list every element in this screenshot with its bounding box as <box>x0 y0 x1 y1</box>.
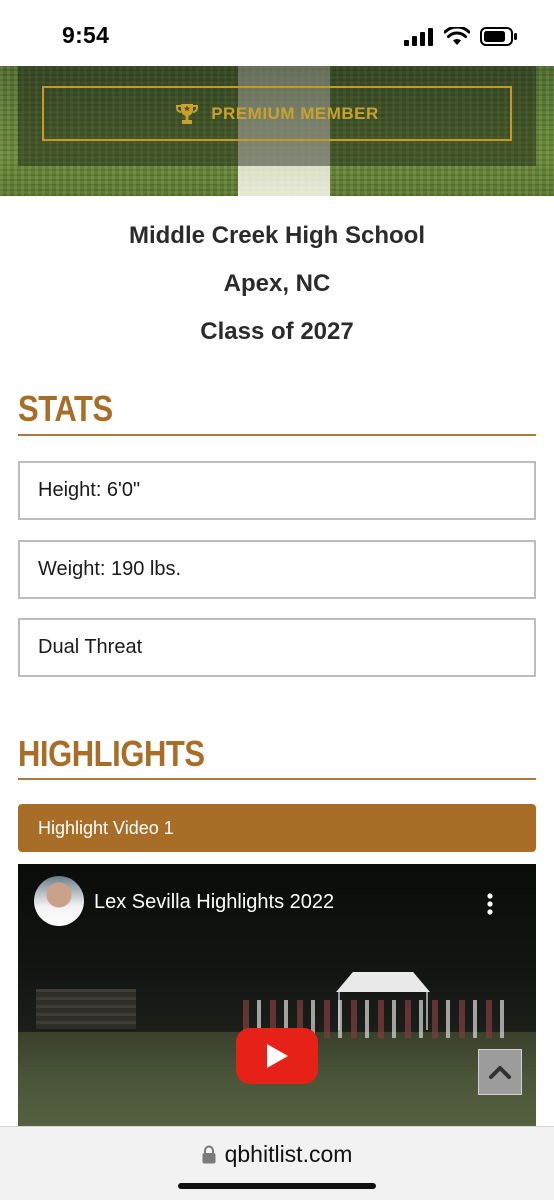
browser-url-bar[interactable]: qbhitlist.com <box>0 1126 554 1200</box>
school-name: Middle Creek High School <box>128 222 426 249</box>
premium-member-label: PREMIUM MEMBER <box>211 103 379 123</box>
school-location: Apex, NC <box>223 270 331 297</box>
video-bleachers <box>36 989 136 1029</box>
graduation-class: Class of 2027 <box>200 318 354 345</box>
stats-divider <box>18 434 536 436</box>
highlights-divider <box>18 778 536 780</box>
stat-style: Dual Threat <box>18 618 536 677</box>
stat-height: Height: 6'0" <box>18 461 536 520</box>
highlights-heading: HIGHLIGHTS <box>18 733 205 774</box>
play-button[interactable] <box>236 1028 318 1084</box>
cellular-signal-icon <box>404 27 433 46</box>
school-info: Middle Creek High School Apex, NC Class … <box>0 218 554 362</box>
trophy-icon <box>176 103 199 124</box>
lock-icon <box>202 1145 216 1164</box>
video-tent <box>336 972 430 992</box>
stat-style-label: Dual Threat <box>38 636 143 658</box>
chevron-up-icon <box>489 1066 511 1079</box>
stat-weight-label: Weight: 190 lbs. <box>38 558 182 580</box>
home-indicator <box>178 1183 376 1189</box>
url-text[interactable]: qbhitlist.com <box>225 1141 353 1168</box>
premium-member-badge: PREMIUM MEMBER <box>42 86 512 141</box>
status-time: 9:54 <box>62 22 110 48</box>
stat-weight: Weight: 190 lbs. <box>18 540 536 599</box>
hero-banner: PREMIUM MEMBER <box>0 66 554 196</box>
play-icon <box>267 1044 288 1068</box>
highlight-video-tab[interactable]: Highlight Video 1 <box>18 804 536 852</box>
video-title[interactable]: Lex Sevilla Highlights 2022 <box>94 891 334 914</box>
channel-avatar[interactable] <box>34 876 84 926</box>
stat-height-label: Height: 6'0" <box>38 479 141 501</box>
video-player[interactable]: Lex Sevilla Highlights 2022 <box>18 864 536 1126</box>
stats-heading: STATS <box>18 388 113 429</box>
status-icons <box>404 27 518 46</box>
wifi-icon <box>444 27 470 45</box>
status-bar: 9:54 <box>0 0 554 66</box>
scroll-to-top-button[interactable] <box>478 1049 522 1095</box>
url-content[interactable]: qbhitlist.com <box>0 1141 554 1168</box>
more-options-icon[interactable] <box>486 892 494 916</box>
battery-icon <box>480 27 517 46</box>
